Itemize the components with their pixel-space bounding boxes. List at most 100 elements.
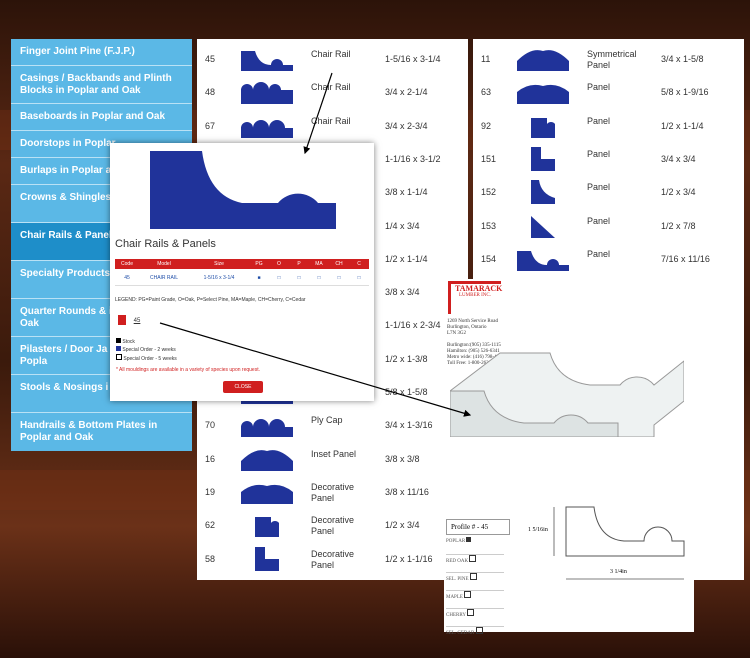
table-row[interactable]: 152 Panel 1/2 x 3/4 — [473, 176, 744, 209]
product-size: 7/16 x 11/16 — [661, 253, 710, 264]
product-code: 48 — [205, 87, 216, 98]
table-row[interactable]: 153 Panel 1/2 x 7/8 — [473, 210, 744, 243]
product-size: 3/8 x 1-1/4 — [385, 187, 428, 198]
product-code: 70 — [205, 420, 216, 431]
table-row[interactable]: 63 Panel 5/8 x 1-9/16 — [473, 76, 744, 109]
table-row[interactable]: 19 Decorative Panel 3/8 x 11/16 — [197, 476, 468, 509]
col-o: O — [277, 261, 281, 267]
table-row[interactable]: 58 Decorative Panel 1/2 x 1-1/16 — [197, 543, 468, 576]
moulding-profile-icon — [241, 82, 293, 105]
table-row[interactable]: 16 Inset Panel 3/8 x 3/8 — [197, 443, 468, 476]
product-size: 1/2 x 7/8 — [661, 220, 696, 231]
col-ch: CH — [335, 261, 343, 267]
product-size: 5/8 x 1-9/16 — [661, 87, 709, 98]
moulding-profile-icon — [241, 484, 293, 504]
product-code: 67 — [205, 120, 216, 131]
product-size: 3/8 x 3/4 — [385, 287, 420, 298]
product-code: 16 — [205, 453, 216, 464]
profile-number: Profile # - 45 — [446, 519, 510, 535]
product-size: 1/2 x 1-3/8 — [385, 353, 428, 364]
product-name: Symmetrical Panel — [587, 49, 637, 70]
moulding-profile-icon — [241, 449, 293, 471]
profile-image — [517, 180, 569, 205]
product-code: 152 — [481, 187, 497, 198]
width-dimension: 3 1/4in — [610, 569, 627, 575]
stock-key: Stock Special Order - 2 weeks Special Or… — [116, 338, 177, 363]
table-row[interactable]: 67 Chair Rail 3/4 x 2-3/4 — [197, 110, 468, 143]
tamarack-logo: TAMARACK LUMBER INC. — [448, 281, 503, 314]
product-size: 3/4 x 1-5/8 — [661, 54, 704, 64]
profile-image — [517, 146, 569, 171]
product-size: 3/4 x 2-3/4 — [385, 120, 428, 131]
wood-check — [475, 627, 483, 634]
product-size: 3/4 x 2-1/4 — [385, 87, 428, 98]
product-name: Inset Panel — [311, 448, 357, 459]
row-size: 1-5/16 x 3-1/4 — [203, 275, 235, 281]
col-pg: PG — [255, 261, 263, 267]
pdf-link[interactable]: 45 — [118, 315, 140, 325]
option-box: □ — [297, 275, 301, 281]
col-ma: MA — [315, 261, 323, 267]
product-name: Chair Rail — [311, 82, 351, 93]
profile-image — [241, 513, 293, 538]
moulding-profile-icon — [255, 546, 279, 571]
wood-check — [469, 555, 477, 562]
table-row[interactable]: 70 Ply Cap 3/4 x 1-3/16 — [197, 409, 468, 442]
chair-rail-profile-icon — [150, 151, 336, 229]
product-code: 154 — [481, 253, 497, 264]
modal-table-header: Code Model Size PG O P MA CH C — [115, 259, 369, 269]
table-row[interactable]: 11 Symmetrical Panel 3/4 x 1-5/8 — [473, 43, 744, 76]
product-size: 3/8 x 3/8 — [385, 453, 420, 464]
wood-option: RED OAK — [446, 559, 469, 564]
product-size: 1/2 x 1-1/4 — [661, 120, 704, 131]
product-size: 3/4 x 3/4 — [661, 153, 696, 164]
table-row[interactable]: 154 Panel 7/16 x 11/16 — [473, 243, 744, 276]
table-row[interactable]: 45 Chair Rail 1-5/16 x 3-1/4 — [197, 43, 468, 76]
moulding-profile-icon — [241, 51, 293, 71]
profile-preview — [150, 151, 336, 229]
pdf-icon — [118, 315, 126, 325]
modal-table-row: 45 CHAIR RAIL 1-5/16 x 3-1/4 ■ □ □ □ □ □ — [115, 273, 369, 286]
spec-sheet-pdf: TAMARACK LUMBER INC. 1269 North Service … — [444, 279, 694, 636]
product-name: Chair Rail — [311, 115, 351, 126]
moulding-profile-icon — [531, 117, 555, 138]
product-size: 1/4 x 3/4 — [385, 220, 420, 231]
table-row[interactable]: 62 Decorative Panel 1/2 x 3/4 — [197, 509, 468, 542]
moulding-profile-icon — [531, 180, 555, 205]
sidebar-item-casings[interactable]: Casings / Backbands and Plinth Blocks in… — [11, 66, 192, 104]
close-button[interactable]: CLOSE — [223, 381, 263, 393]
product-size: 1-1/16 x 2-3/4 — [385, 320, 441, 331]
option-box: □ — [337, 275, 341, 281]
profile-image — [241, 114, 293, 138]
wood-check — [464, 591, 472, 598]
profile-image — [241, 447, 293, 471]
profile-image — [241, 546, 293, 571]
sidebar-item-finger-joint-pine[interactable]: Finger Joint Pine (F.J.P.) — [11, 39, 192, 66]
col-c: C — [357, 261, 361, 267]
table-row[interactable]: 48 Chair Rail 3/4 x 2-1/4 — [197, 76, 468, 109]
product-name: Panel — [587, 82, 611, 93]
product-size: 1-5/16 x 3-1/4 — [385, 54, 441, 64]
product-code: 151 — [481, 153, 497, 164]
logo-text: TAMARACK — [455, 284, 503, 293]
moulding-profile-icon — [531, 146, 555, 171]
sidebar-item-baseboards[interactable]: Baseboards in Poplar and Oak — [11, 104, 192, 131]
table-row[interactable]: 92 Panel 1/2 x 1-1/4 — [473, 110, 744, 143]
moulding-profile-icon — [517, 250, 569, 271]
product-name: Panel — [587, 215, 611, 226]
profile-image — [241, 480, 293, 504]
col-model: Model — [157, 261, 171, 267]
moulding-profile-icon — [531, 215, 555, 238]
key-special-5wk: Special Order - 5 weeks — [123, 356, 177, 362]
height-dimension: 1 5/16in — [528, 527, 548, 533]
table-row[interactable]: 151 Panel 3/4 x 3/4 — [473, 143, 744, 176]
product-code: 153 — [481, 220, 497, 231]
logo-sub: LUMBER INC. — [459, 293, 491, 298]
moulding-profile-icon — [241, 419, 293, 438]
product-name: Chair Rail — [311, 49, 351, 59]
product-name: Panel — [587, 148, 611, 159]
sidebar-item-handrails[interactable]: Handrails & Bottom Plates in Poplar and … — [11, 413, 192, 451]
product-code: 92 — [481, 120, 492, 131]
product-size: 1/2 x 3/4 — [385, 520, 420, 531]
product-detail-modal: Chair Rails & Panels Code Model Size PG … — [110, 143, 374, 401]
